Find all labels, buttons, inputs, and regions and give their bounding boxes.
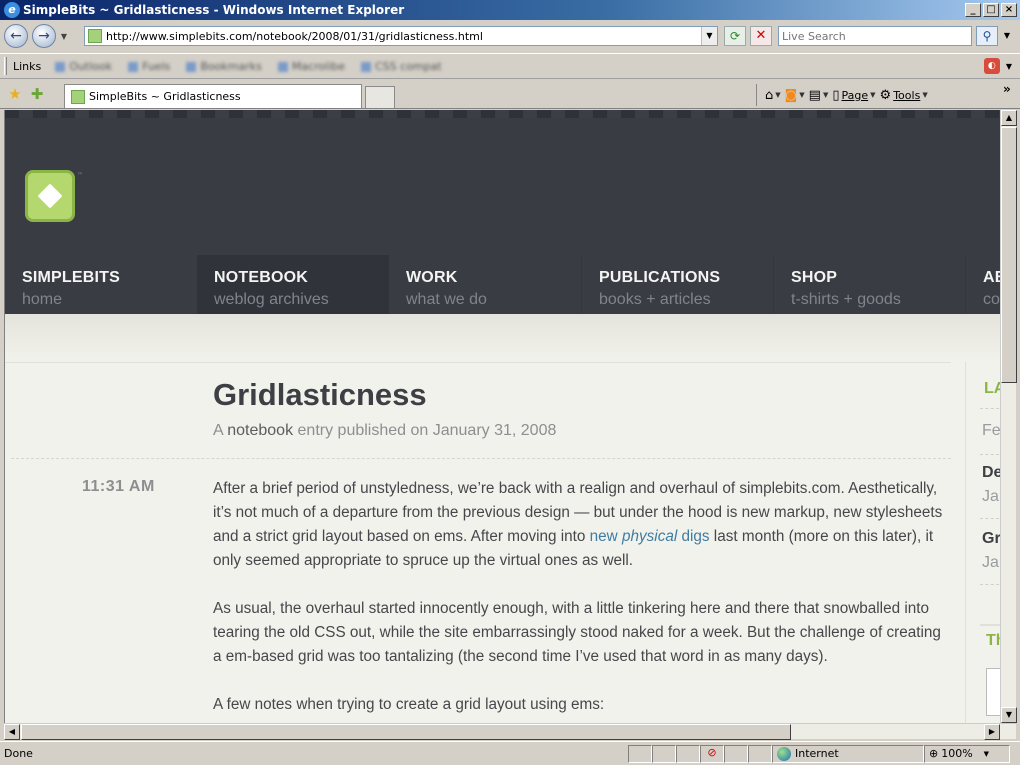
title-bar: e SimpleBits ~ Gridlasticness - Windows …	[0, 0, 1020, 20]
sidebar-heading: Th	[986, 632, 1000, 649]
nav-item-simplebits[interactable]: SIMPLEBITS home	[5, 255, 197, 323]
link-item[interactable]: Macrolibe	[278, 60, 345, 73]
site-top-strip	[5, 110, 1000, 118]
minimize-button[interactable]: _	[965, 3, 981, 17]
favorites-star-icon[interactable]: ★	[4, 85, 26, 103]
back-button[interactable]: ←	[4, 24, 28, 48]
security-zone[interactable]: Internet	[772, 744, 924, 763]
command-bar: ⌂ ▼ ◙ ▼ ▤ ▼ ▯ Page ▼ ⚙ Tools ▼	[756, 84, 928, 106]
sidebar-item-title[interactable]: Gr	[982, 530, 1000, 548]
page-viewport[interactable]: ™ SIMPLEBITS home NOTEBOOK weblog archiv…	[4, 110, 1000, 723]
ie-icon[interactable]: e	[4, 2, 20, 18]
sidebar-item-sub: Jar	[982, 488, 1000, 505]
new-tab-button[interactable]	[365, 86, 395, 108]
article: Gridlasticness A notebook entry publishe…	[5, 362, 951, 723]
zoom-icon: ⊕	[929, 747, 939, 760]
tools-menu-button[interactable]: ⚙ Tools ▼	[880, 88, 928, 103]
search-input[interactable]	[779, 27, 971, 45]
cube-icon	[37, 183, 63, 209]
gear-icon: ⚙	[879, 87, 892, 103]
post-time: 11:31 AM	[82, 478, 155, 495]
addon-dropdown[interactable]: ▼	[1006, 62, 1012, 71]
vertical-scrollbar[interactable]: ▲ ▼	[1000, 110, 1017, 723]
address-field[interactable]: http://www.simplebits.com/notebook/2008/…	[84, 26, 718, 46]
sidebar-item-title[interactable]: De	[982, 464, 1000, 482]
address-toolbar: ← → ▼ http://www.simplebits.com/notebook…	[0, 20, 1020, 52]
nav-item-notebook[interactable]: NOTEBOOK weblog archives	[197, 255, 389, 323]
print-icon: ▤	[808, 87, 821, 103]
scroll-right-arrow-icon[interactable]: ▶	[984, 724, 1000, 740]
tab-title: SimpleBits ~ Gridlasticness	[89, 90, 241, 103]
status-text: Done	[4, 747, 33, 760]
feeds-icon: ◙	[784, 87, 798, 103]
maximize-button[interactable]: □	[983, 3, 999, 17]
header-shadow-band	[5, 314, 1000, 362]
tab-toolbar: ★ ✚ SimpleBits ~ Gridlasticness ⌂ ▼ ◙ ▼ ▤ ▼…	[0, 80, 1020, 109]
recent-pages-dropdown[interactable]: ▼	[58, 32, 70, 41]
stop-button[interactable]: ✕	[750, 26, 772, 46]
right-sidebar: LA Fe De Jar Gr Jar Th	[965, 362, 1000, 723]
link-item[interactable]: Outlook	[55, 60, 112, 73]
feeds-button[interactable]: ◙ ▼	[785, 88, 805, 103]
addon-icon[interactable]: ◐	[983, 58, 1000, 74]
search-box[interactable]	[778, 26, 972, 46]
paragraph: As usual, the overhaul started innocentl…	[213, 600, 941, 665]
post-title: Gridlasticness	[213, 377, 427, 412]
site-nav: SIMPLEBITS home NOTEBOOK weblog archives…	[5, 255, 1000, 323]
forward-button[interactable]: →	[32, 24, 56, 48]
nav-item-shop[interactable]: SHOP t-shirts + goods	[773, 255, 965, 323]
horizontal-scrollbar[interactable]: ◀ ▶	[4, 723, 1016, 740]
trademark-mark: ™	[77, 172, 83, 179]
status-bar: Done ⊘ Internet ⊕ 100% ▼	[0, 741, 1020, 765]
page-icon	[88, 29, 102, 43]
search-icon[interactable]: ⚲	[976, 26, 998, 46]
notebook-link[interactable]: notebook	[227, 422, 293, 439]
horizontal-scroll-thumb[interactable]	[21, 724, 791, 740]
nav-item-work[interactable]: WORK what we do	[389, 255, 581, 323]
privacy-icon[interactable]: ⊘	[700, 744, 724, 763]
sidebar-heading: LA	[984, 380, 1000, 397]
link-item[interactable]: CSS compat	[361, 60, 442, 73]
globe-icon	[777, 746, 791, 761]
meta-divider	[11, 458, 951, 459]
new-physical-digs-link[interactable]: new physical digs	[590, 528, 710, 545]
sidebar-box[interactable]	[986, 668, 1000, 716]
page-menu-button[interactable]: ▯ Page ▼	[832, 88, 875, 103]
toolbar-grip[interactable]	[4, 57, 7, 75]
vertical-scroll-thumb[interactable]	[1001, 127, 1017, 383]
more-commands-chevron-icon[interactable]: »	[1003, 82, 1011, 96]
scroll-up-arrow-icon[interactable]: ▲	[1001, 110, 1017, 126]
home-button[interactable]: ⌂ ▼	[765, 88, 781, 103]
links-list: Outlook Fuels Bookmarks Macrolibe CSS co…	[55, 60, 441, 73]
print-button[interactable]: ▤ ▼	[809, 88, 829, 103]
paragraph: After a brief period of unstyledness, we…	[213, 480, 943, 569]
site-header: ™ SIMPLEBITS home NOTEBOOK weblog archiv…	[5, 118, 1000, 323]
close-button[interactable]: ×	[1001, 3, 1017, 17]
nav-item-publications[interactable]: PUBLICATIONS books + articles	[581, 255, 773, 323]
scroll-down-arrow-icon[interactable]: ▼	[1001, 707, 1017, 723]
paragraph: A few notes when trying to create a grid…	[213, 696, 605, 713]
links-label: Links	[13, 59, 42, 73]
zoom-control[interactable]: ⊕ 100% ▼	[924, 744, 1010, 763]
nav-item-about[interactable]: AB co	[965, 255, 1000, 323]
links-toolbar: Links Outlook Fuels Bookmarks Macrolibe …	[0, 53, 1020, 79]
page-icon: ▯	[832, 87, 840, 103]
url-text[interactable]: http://www.simplebits.com/notebook/2008/…	[106, 30, 701, 43]
simplebits-logo[interactable]	[25, 170, 75, 222]
refresh-button[interactable]: ⟳	[724, 26, 746, 46]
sidebar-item-sub: Jar	[982, 554, 1000, 571]
post-meta: A notebook entry published on January 31…	[213, 422, 557, 439]
scroll-left-arrow-icon[interactable]: ◀	[4, 724, 20, 740]
post-body: After a brief period of unstyledness, we…	[213, 477, 943, 723]
tab-active[interactable]: SimpleBits ~ Gridlasticness	[64, 84, 362, 108]
link-item[interactable]: Fuels	[128, 60, 170, 73]
search-options-dropdown[interactable]: ▼	[1000, 26, 1014, 46]
sidebar-item[interactable]: Fe	[982, 422, 1000, 440]
tab-page-icon	[71, 89, 85, 104]
link-item[interactable]: Bookmarks	[186, 60, 261, 73]
window-title: SimpleBits ~ Gridlasticness - Windows In…	[23, 3, 405, 17]
home-icon: ⌂	[765, 87, 774, 103]
address-dropdown[interactable]: ▼	[701, 27, 717, 45]
add-favorite-icon[interactable]: ✚	[26, 85, 48, 103]
